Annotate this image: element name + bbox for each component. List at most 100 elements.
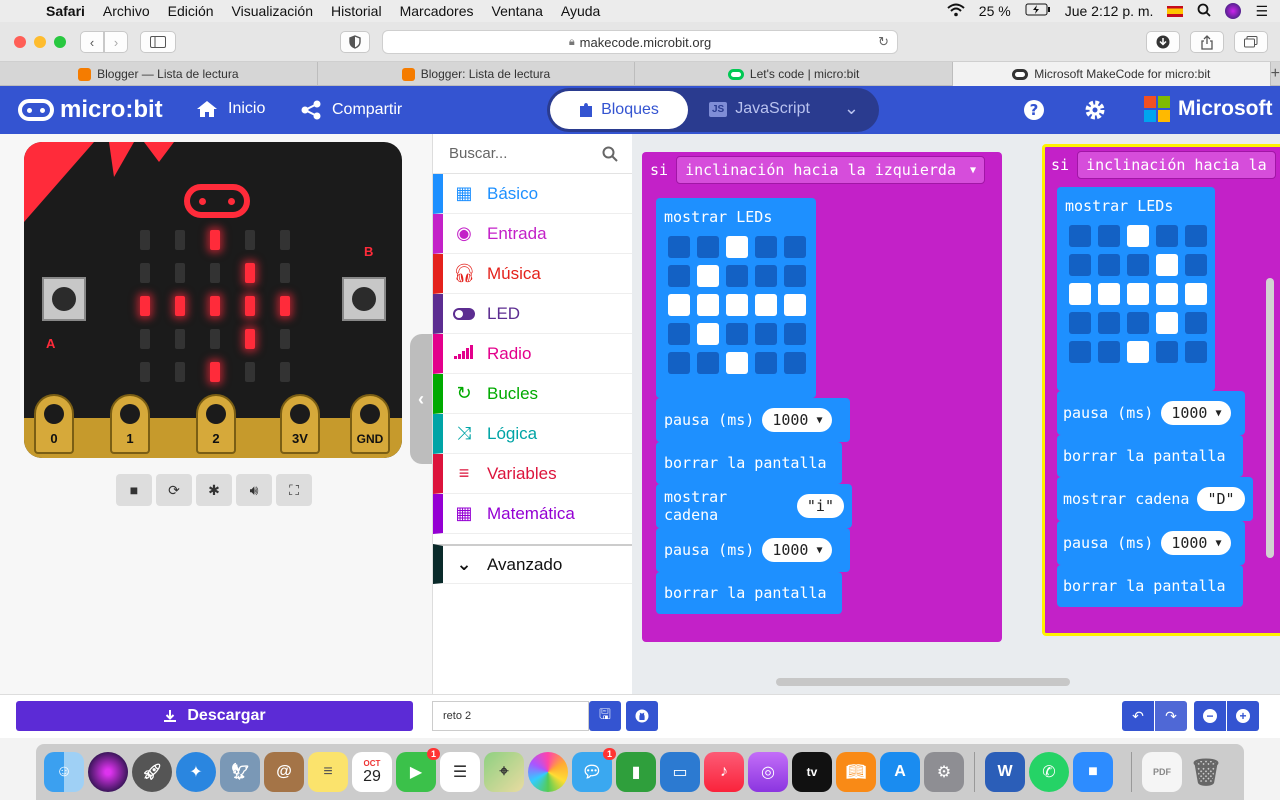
menu-ventana[interactable]: Ventana: [483, 3, 552, 19]
pdf-document-icon[interactable]: PDF: [1142, 752, 1182, 792]
led-cell-r4c1[interactable]: [697, 352, 719, 374]
led-cell-r0c1[interactable]: [1098, 225, 1120, 247]
pin-3v[interactable]: 3V: [280, 394, 320, 454]
category-variables[interactable]: ≡ Variables: [433, 454, 632, 494]
minimize-window-button[interactable]: [34, 36, 46, 48]
trash-icon[interactable]: 🗑︎: [1186, 752, 1226, 792]
category-bucles[interactable]: ↻ Bucles: [433, 374, 632, 414]
undo-button[interactable]: ↶: [1122, 701, 1154, 731]
menu-ayuda[interactable]: Ayuda: [552, 3, 609, 19]
led-cell-r3c1[interactable]: [697, 323, 719, 345]
led-cell-r2c4[interactable]: [784, 294, 806, 316]
share-button[interactable]: [1190, 31, 1224, 53]
pause-value-dropdown[interactable]: 1000 ▼: [762, 408, 833, 432]
tab-blogger-2[interactable]: Blogger: Lista de lectura: [318, 62, 636, 86]
pause-value-dropdown[interactable]: 1000 ▼: [762, 538, 833, 562]
safari-icon[interactable]: ✦: [176, 752, 216, 792]
save-project-button[interactable]: 🖫: [589, 701, 621, 731]
restart-button[interactable]: ⟳: [156, 474, 192, 506]
menu-app-safari[interactable]: Safari: [40, 3, 94, 19]
led-cell-r3c3[interactable]: [755, 323, 777, 345]
show-string-block[interactable]: mostrar cadena "i": [656, 484, 852, 528]
download-button[interactable]: Descargar: [16, 701, 413, 731]
back-button[interactable]: ‹: [80, 31, 104, 53]
search-input[interactable]: Buscar...: [449, 145, 507, 162]
sidebar-button[interactable]: [140, 31, 176, 53]
led-cell-r4c0[interactable]: [668, 352, 690, 374]
tab-makecode[interactable]: Microsoft MakeCode for micro:bit: [952, 62, 1271, 86]
led-cell-r2c4[interactable]: [1185, 283, 1207, 305]
led-cell-r3c0[interactable]: [668, 323, 690, 345]
led-cell-r2c0[interactable]: [668, 294, 690, 316]
podcasts-icon[interactable]: ◎: [748, 752, 788, 792]
flag-spain-icon[interactable]: [1167, 5, 1184, 17]
led-cell-r0c3[interactable]: [1156, 225, 1178, 247]
chevron-down-icon[interactable]: ⌄: [844, 98, 859, 119]
led-cell-r3c3[interactable]: [1156, 312, 1178, 334]
wifi-icon[interactable]: [947, 3, 965, 20]
category-musica[interactable]: 🎧︎ Música: [433, 254, 632, 294]
menu-edicion[interactable]: Edición: [159, 3, 223, 19]
facetime-icon[interactable]: ▶ 1: [396, 748, 440, 792]
books-icon[interactable]: 📖︎: [836, 752, 876, 792]
show-leds-block[interactable]: mostrar LEDs: [1057, 187, 1215, 391]
pause-value-dropdown[interactable]: 1000 ▼: [1161, 531, 1232, 555]
category-matematica[interactable]: ▦ Matemática: [433, 494, 632, 534]
zoom-out-button[interactable]: −: [1194, 701, 1226, 731]
contacts-icon[interactable]: @: [264, 752, 304, 792]
calendar-icon[interactable]: OCT 29: [352, 752, 392, 792]
led-cell-r0c4[interactable]: [1185, 225, 1207, 247]
blocks-workspace[interactable]: si inclinación hacia la izquierda ▼ mostr…: [632, 134, 1280, 694]
led-cell-r1c3[interactable]: [755, 265, 777, 287]
category-avanzado[interactable]: ⌄ Avanzado: [433, 544, 632, 584]
led-cell-r0c0[interactable]: [668, 236, 690, 258]
tab-blogger-1[interactable]: Blogger — Lista de lectura: [0, 62, 318, 86]
category-basico[interactable]: ▦ Básico: [433, 174, 632, 214]
home-button[interactable]: Inicio: [196, 100, 265, 118]
led-cell-r4c0[interactable]: [1069, 341, 1091, 363]
led-editor-grid[interactable]: [656, 230, 816, 380]
tilt-left-event-block[interactable]: si inclinación hacia la izquierda ▼ mostr…: [642, 152, 1002, 642]
address-bar[interactable]: 🔒︎ makecode.microbit.org ↻: [382, 30, 898, 54]
category-led[interactable]: LED: [433, 294, 632, 334]
led-cell-r3c4[interactable]: [784, 323, 806, 345]
led-cell-r3c0[interactable]: [1069, 312, 1091, 334]
led-cell-r1c2[interactable]: [726, 265, 748, 287]
led-cell-r0c1[interactable]: [697, 236, 719, 258]
led-cell-r0c0[interactable]: [1069, 225, 1091, 247]
workspace-vertical-scrollbar[interactable]: [1266, 278, 1274, 558]
gesture-dropdown[interactable]: inclinación hacia la izquierda ▼: [676, 156, 986, 184]
led-cell-r1c3[interactable]: [1156, 254, 1178, 276]
numbers-icon[interactable]: ▮: [616, 752, 656, 792]
datetime[interactable]: Jue 2:12 p. m.: [1065, 3, 1154, 19]
pin-0[interactable]: 0: [34, 394, 74, 454]
led-editor-grid[interactable]: [1057, 219, 1215, 369]
tilt-event-block-2[interactable]: si inclinación hacia la mostrar LEDs pau…: [1042, 144, 1280, 636]
blocks-editor-tab[interactable]: Bloques: [550, 91, 688, 129]
led-cell-r1c4[interactable]: [1185, 254, 1207, 276]
help-button[interactable]: ?: [1021, 97, 1047, 123]
microsoft-logo[interactable]: Microsoft: [1144, 96, 1273, 122]
string-input[interactable]: "D": [1197, 487, 1245, 511]
pause-block[interactable]: pausa (ms) 1000 ▼: [656, 398, 850, 442]
led-cell-r2c3[interactable]: [1156, 283, 1178, 305]
zoom-in-button[interactable]: +: [1227, 701, 1259, 731]
fullscreen-button[interactable]: ⛶: [276, 474, 312, 506]
show-leds-block[interactable]: mostrar LEDs: [656, 198, 816, 398]
zoom-icon[interactable]: ■: [1073, 752, 1113, 792]
debug-button[interactable]: ✱: [196, 474, 232, 506]
pin-2[interactable]: 2: [196, 394, 236, 454]
pause-value-dropdown[interactable]: 1000 ▼: [1161, 401, 1232, 425]
led-cell-r0c3[interactable]: [755, 236, 777, 258]
menu-historial[interactable]: Historial: [322, 3, 391, 19]
whatsapp-icon[interactable]: ✆: [1029, 752, 1069, 792]
led-cell-r1c4[interactable]: [784, 265, 806, 287]
tab-overview-button[interactable]: [1234, 31, 1268, 53]
reload-icon[interactable]: ↻: [878, 34, 889, 50]
led-cell-r4c4[interactable]: [784, 352, 806, 374]
share-project-button[interactable]: Compartir: [300, 100, 402, 120]
microbit-logo[interactable]: micro:bit: [18, 96, 163, 124]
notes-icon[interactable]: ≡: [308, 752, 348, 792]
word-icon[interactable]: W: [985, 752, 1025, 792]
reminders-icon[interactable]: ☰: [440, 752, 480, 792]
